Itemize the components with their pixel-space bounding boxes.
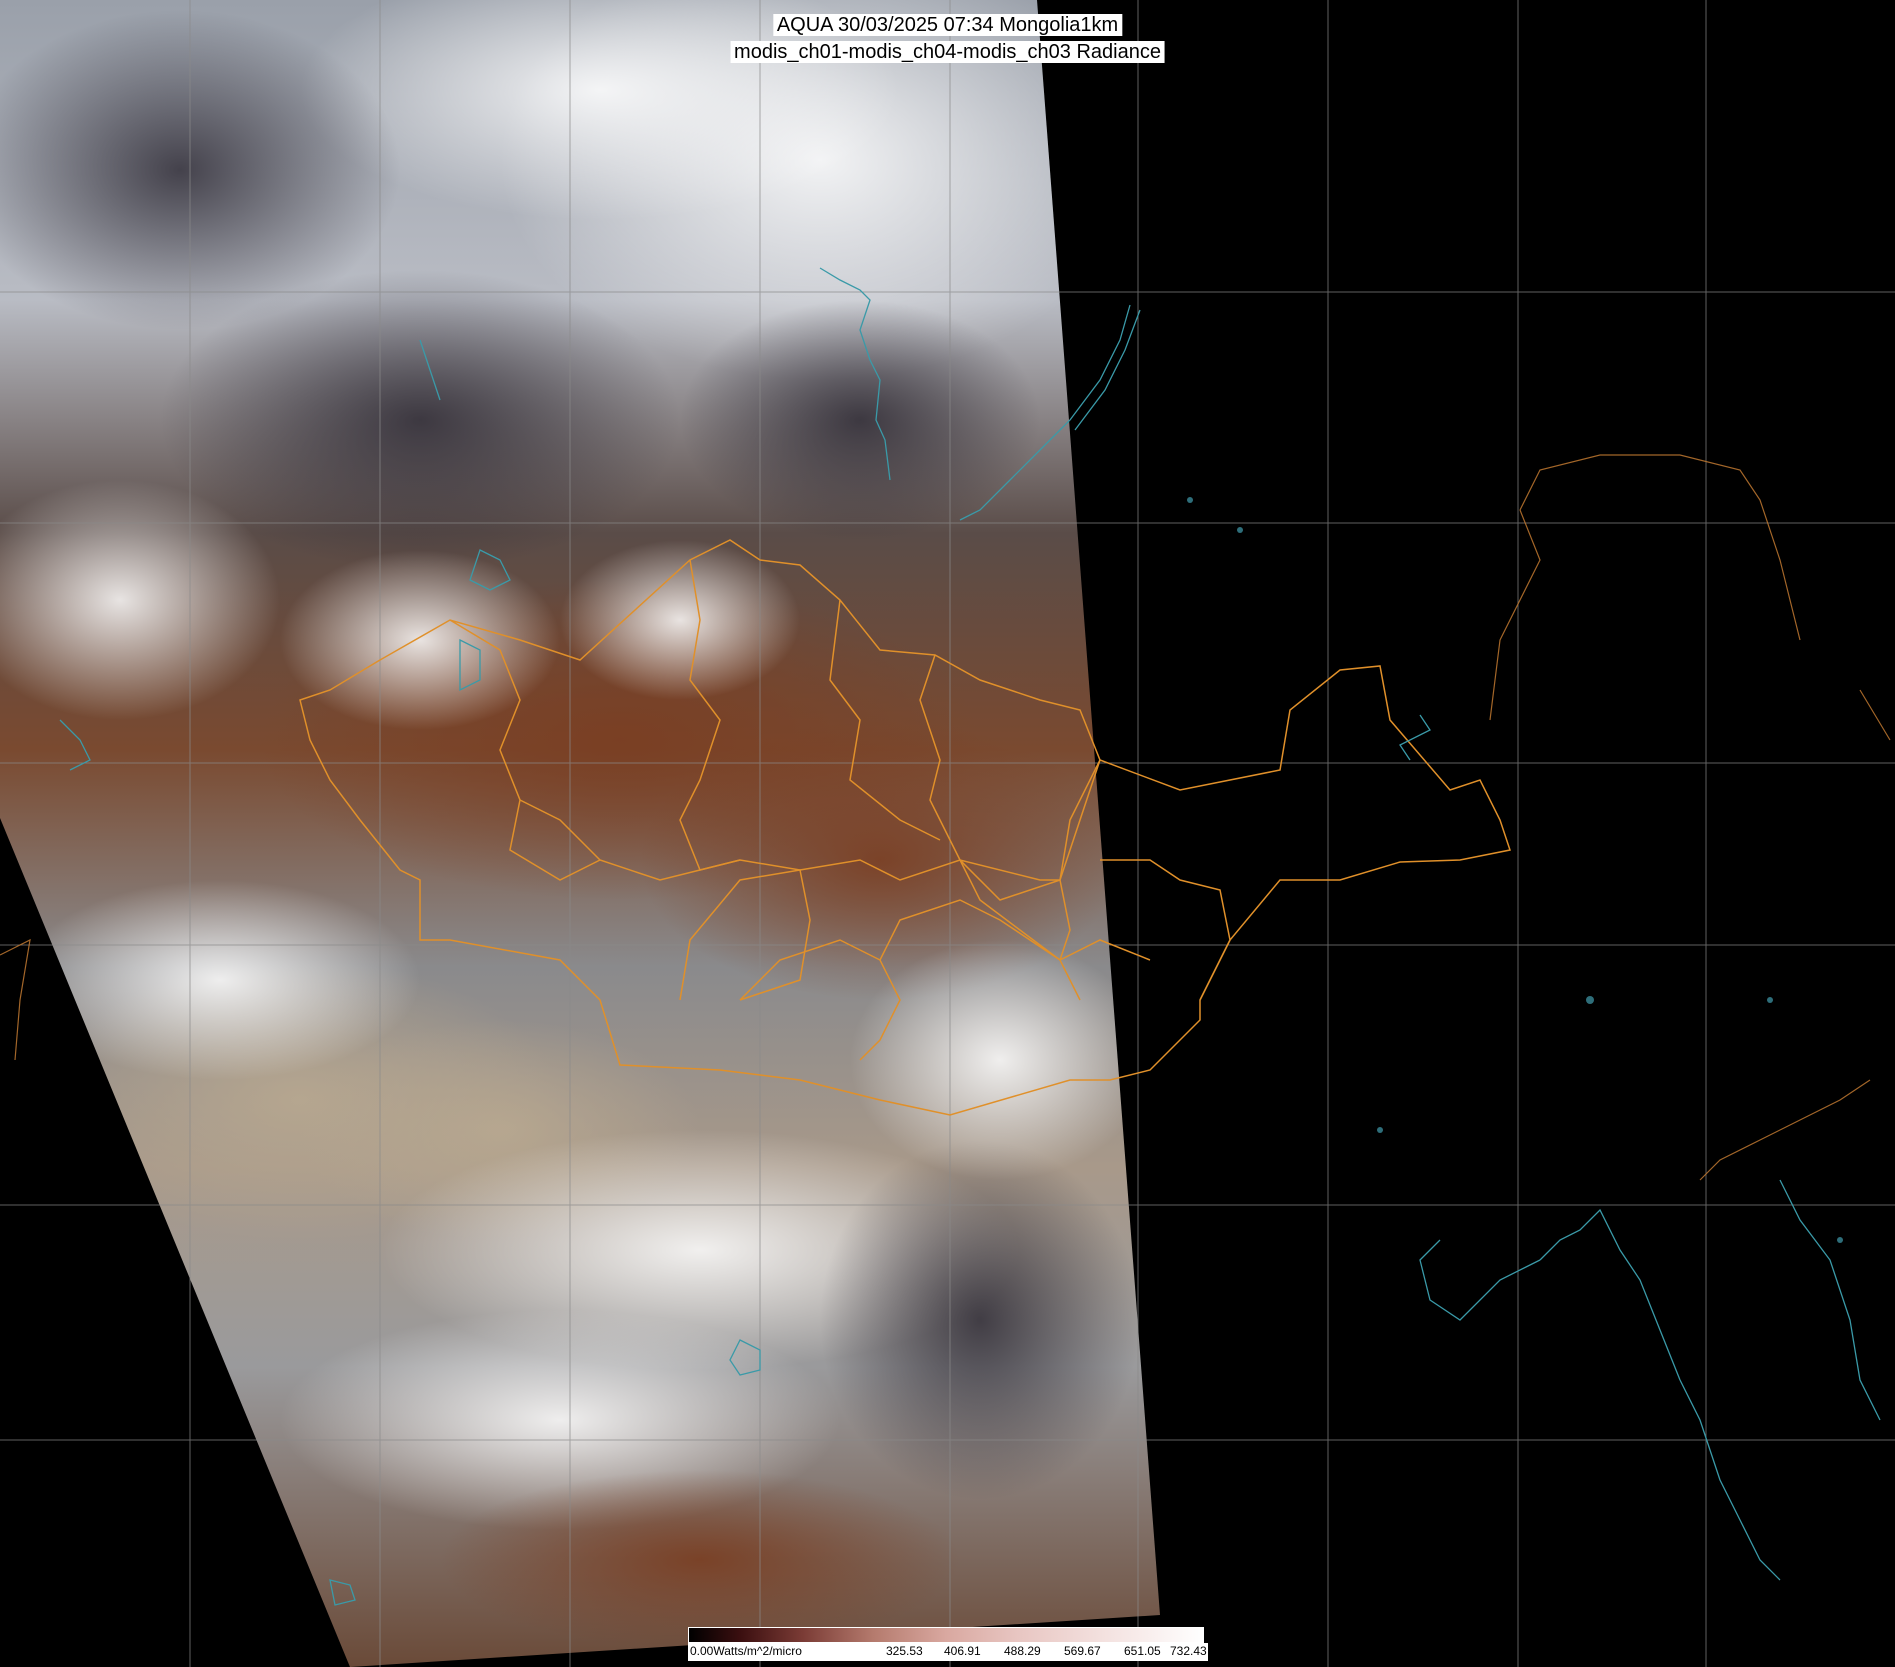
colorbar-label-1: 325.53 bbox=[886, 1644, 923, 1658]
colorbar-label-2: 406.91 bbox=[944, 1644, 981, 1658]
map-title: AQUA 30/03/2025 07:34 Mongolia1km bbox=[772, 14, 1123, 36]
colorbar-labels: 0.00Watts/m^2/micro 325.53 406.91 488.29… bbox=[688, 1643, 1208, 1661]
colorbar-label-4: 569.67 bbox=[1064, 1644, 1101, 1658]
colorbar-label-max: 732.43 bbox=[1170, 1644, 1207, 1658]
colorbar-label-5: 651.05 bbox=[1124, 1644, 1161, 1658]
colorbar-label-3: 488.29 bbox=[1004, 1644, 1041, 1658]
colorbar-label-min: 0.00Watts/m^2/micro bbox=[690, 1644, 802, 1658]
map-subtitle: modis_ch01-modis_ch04-modis_ch03 Radianc… bbox=[730, 41, 1165, 63]
satellite-map bbox=[0, 0, 1895, 1667]
colorbar bbox=[688, 1627, 1204, 1643]
